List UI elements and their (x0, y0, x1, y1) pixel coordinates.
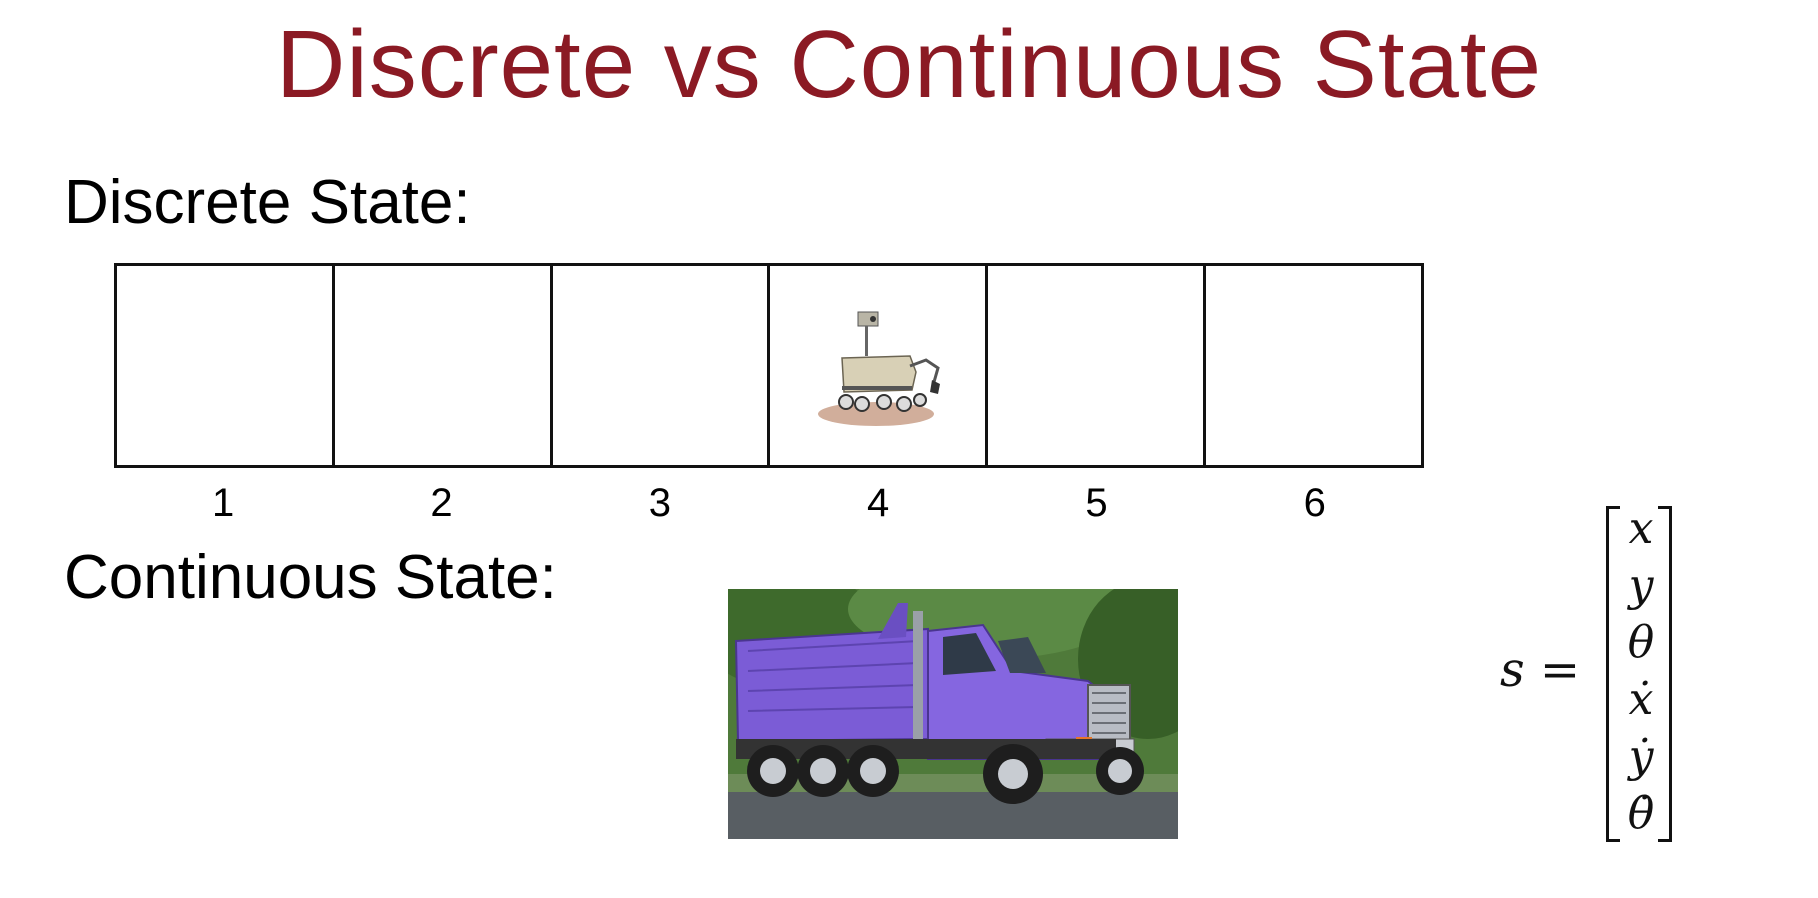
state-number-1: 1 (212, 481, 235, 525)
continuous-state-label: Continuous State: (64, 543, 557, 612)
state-symbol: s (1500, 642, 1525, 698)
state-cell-5 (985, 263, 1207, 468)
state-vector-equation: s = x y θ ẋ ẏ θ̇ (1490, 500, 1790, 860)
state-cell-numbers: 1 2 3 4 5 6 (114, 478, 1424, 528)
state-number-5: 5 (1085, 481, 1108, 525)
state-vector-lhs: s = (1500, 640, 1580, 700)
state-number-3: 3 (648, 481, 671, 525)
state-cell-1 (114, 263, 335, 468)
state-cell-4 (767, 263, 989, 468)
discrete-state-label: Discrete State: (64, 168, 471, 237)
state-number-6: 6 (1303, 481, 1326, 525)
dump-truck-image (728, 589, 1178, 839)
state-number-2: 2 (430, 481, 453, 525)
discrete-state-grid (114, 263, 1424, 468)
slide-title: Discrete vs Continuous State (276, 11, 1542, 118)
state-number-4: 4 (867, 481, 890, 525)
equals-sign: = (1539, 642, 1581, 698)
slide: Discrete vs Continuous State Discrete St… (0, 0, 1818, 898)
mars-rover-icon (818, 311, 941, 426)
right-bracket (1658, 506, 1672, 842)
state-cell-2 (331, 263, 553, 468)
state-cell-3 (549, 263, 771, 468)
state-cell-6 (1203, 263, 1424, 468)
